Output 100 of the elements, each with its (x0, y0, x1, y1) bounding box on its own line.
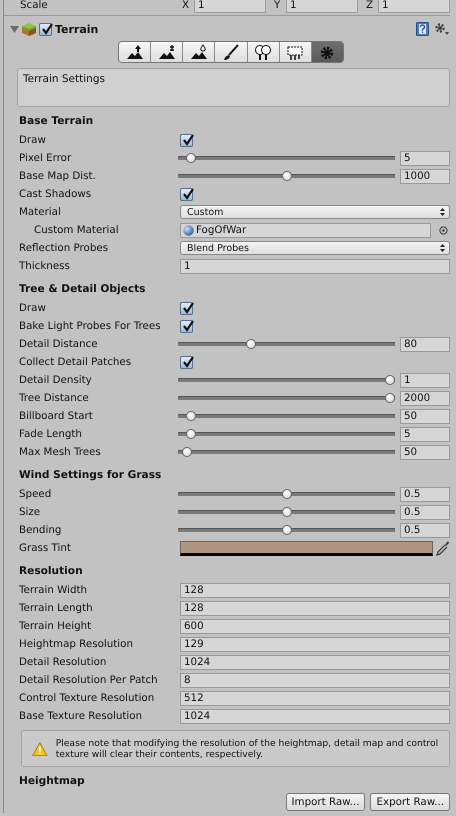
checkbox[interactable] (180, 188, 193, 200)
field-label: Draw (19, 134, 47, 146)
section-heading: Base Terrain (19, 114, 94, 129)
object-field[interactable]: FogOfWar (180, 222, 431, 238)
field-label: Terrain Length (19, 602, 94, 614)
field-label: Material (19, 206, 62, 218)
field-label: Speed (19, 488, 52, 500)
text-field[interactable]: 128 (180, 582, 450, 598)
slider-thumb[interactable] (282, 507, 292, 517)
slider-thumb[interactable] (186, 153, 196, 163)
sphere-icon (183, 224, 194, 236)
number-field[interactable]: 50 (400, 408, 450, 424)
text-field[interactable]: 1024 (180, 708, 450, 724)
raised-terrain-icon (124, 44, 145, 60)
field-label: Base Map Dist. (19, 170, 97, 182)
number-field[interactable]: 5 (400, 150, 450, 166)
text-field[interactable]: 600 (180, 618, 450, 634)
field-label: Fade Length (19, 428, 83, 440)
slider-thumb[interactable] (282, 171, 292, 181)
field-label: Bake Light Probes For Trees (19, 320, 162, 332)
tool-tab[interactable] (182, 42, 214, 62)
field-label: Detail Resolution (19, 656, 108, 668)
axis-label: Z (366, 0, 374, 11)
field-label: Base Texture Resolution (19, 710, 144, 722)
slider-thumb[interactable] (385, 393, 395, 403)
slider-thumb[interactable] (282, 489, 292, 499)
field-label: Cast Shadows (19, 188, 92, 200)
number-field[interactable]: 80 (400, 336, 450, 352)
foldout-icon[interactable] (10, 24, 19, 34)
axis-label: Y (274, 0, 282, 11)
button[interactable]: Export Raw... (370, 793, 450, 811)
number-field[interactable]: 2000 (400, 390, 450, 406)
field-label: Detail Density (19, 374, 93, 386)
field-label: Terrain Height (19, 620, 92, 632)
number-field[interactable]: 0.5 (400, 504, 450, 520)
color-swatch[interactable] (180, 540, 433, 556)
tool-tab[interactable] (150, 42, 182, 62)
tool-description-box: Terrain Settings (17, 68, 450, 107)
field-label: Detail Resolution Per Patch (19, 674, 159, 686)
eyedropper-icon[interactable] (436, 540, 450, 556)
slider-thumb[interactable] (182, 447, 192, 457)
slider-thumb[interactable] (385, 375, 395, 385)
warning-text: Please note that modifying the resolution of the heightmap, detail map and control texture will clear their contents, respectively. (56, 738, 440, 760)
field-label: Size (19, 506, 42, 518)
tool-tab[interactable] (214, 42, 247, 62)
tool-tab[interactable] (119, 42, 150, 62)
text-field[interactable]: 512 (180, 690, 450, 706)
number-field[interactable]: 1 (194, 0, 266, 12)
gear-icon[interactable] (434, 22, 450, 36)
dropdown[interactable]: Custom (180, 205, 450, 219)
section-heading: Resolution (19, 564, 84, 579)
slider-thumb[interactable] (246, 339, 256, 349)
up-down-arrows-icon (440, 208, 445, 216)
checkbox[interactable] (180, 302, 193, 314)
checkbox[interactable] (180, 356, 193, 368)
field-label: Max Mesh Trees (19, 446, 102, 458)
trees-icon (253, 44, 274, 60)
text-field[interactable]: 129 (180, 636, 450, 652)
field-label: Scale (20, 0, 49, 11)
field-label: Tree Distance (19, 392, 90, 404)
tool-tab[interactable] (278, 42, 311, 62)
field-label: Grass Tint (19, 542, 72, 554)
button[interactable]: Import Raw... (286, 793, 366, 811)
number-field[interactable]: 1 (286, 0, 358, 12)
tool-tab[interactable] (246, 42, 279, 62)
terrain-drop-icon (188, 44, 209, 60)
terrain-cube-icon (21, 21, 37, 37)
checkbox[interactable] (39, 22, 52, 36)
number-field[interactable]: 0.5 (400, 522, 450, 538)
number-field[interactable]: 5 (400, 426, 450, 442)
dropdown[interactable]: Blend Probes (180, 241, 450, 255)
grass-detail-icon (285, 44, 306, 60)
number-field[interactable]: 1000 (400, 168, 450, 184)
checkbox[interactable] (180, 320, 193, 332)
field-label: Control Texture Resolution (19, 692, 156, 704)
object-picker-icon[interactable] (439, 226, 448, 234)
text-field[interactable]: 1 (180, 258, 450, 274)
axis-label: X (182, 0, 190, 11)
number-field[interactable]: 1 (378, 0, 450, 12)
field-label: Bending (19, 524, 62, 536)
field-label: Detail Distance (19, 338, 99, 350)
terrain-height-icon (156, 44, 177, 60)
field-label: Collect Detail Patches (19, 356, 132, 368)
field-label: Billboard Start (19, 410, 94, 422)
section-heading: Tree & Detail Objects (19, 282, 146, 297)
slider-thumb[interactable] (186, 411, 196, 421)
number-field[interactable]: 50 (400, 444, 450, 460)
text-field[interactable]: 8 (180, 672, 450, 688)
slider-thumb[interactable] (282, 525, 292, 535)
checkbox[interactable] (180, 134, 193, 146)
slider-thumb[interactable] (186, 429, 196, 439)
field-label: Terrain Width (19, 584, 88, 596)
help-book-icon[interactable] (416, 22, 429, 36)
field-label: Custom Material (33, 224, 120, 236)
number-field[interactable]: 1 (400, 372, 450, 388)
field-label: Heightmap Resolution (19, 638, 134, 650)
text-field[interactable]: 1024 (180, 654, 450, 670)
text-field[interactable]: 128 (180, 600, 450, 616)
number-field[interactable]: 0.5 (400, 486, 450, 502)
field-label: Draw (19, 302, 47, 314)
